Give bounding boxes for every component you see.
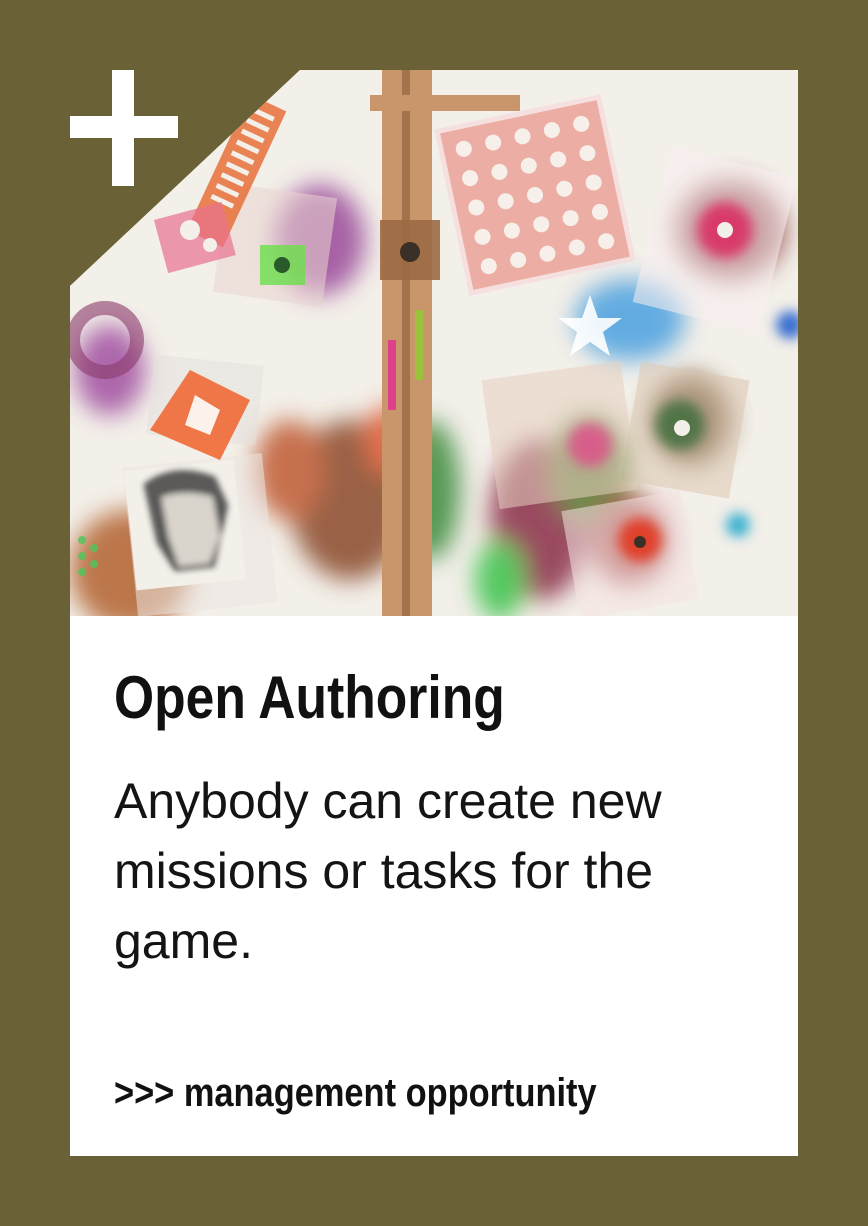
card-title: Open Authoring	[114, 664, 505, 731]
plus-icon	[70, 70, 178, 186]
card-tag: >>> management opportunity	[114, 1071, 597, 1115]
stencil-photo	[70, 70, 798, 616]
card: Open Authoring Anybody can create new mi…	[70, 70, 798, 1156]
text-panel: Open Authoring Anybody can create new mi…	[70, 616, 798, 1156]
card-description: Anybody can create new missions or tasks…	[114, 773, 662, 969]
